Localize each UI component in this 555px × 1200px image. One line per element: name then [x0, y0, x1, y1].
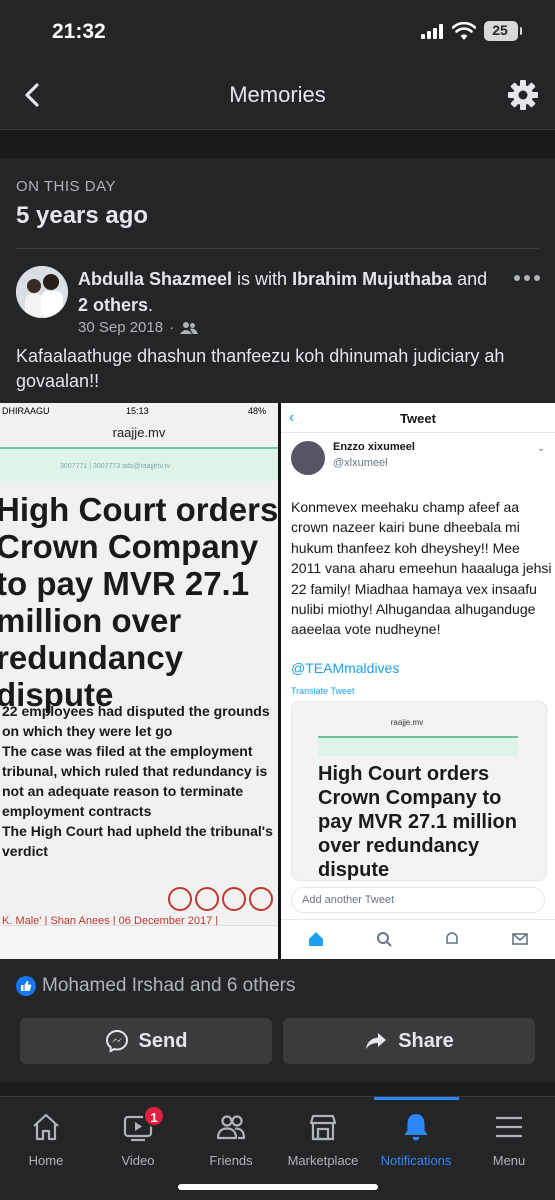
nav-notifications[interactable]: Notifications	[371, 1097, 461, 1177]
tweet-author-handle: @xlxumeel	[333, 457, 388, 469]
cellular-signal-icon	[421, 23, 443, 39]
tagged-user[interactable]: Ibrahim Mujuthaba	[292, 269, 452, 289]
more-options-icon[interactable]	[512, 266, 542, 290]
add-another-tweet: Add another Tweet	[291, 887, 545, 913]
nav-label: Marketplace	[287, 1153, 359, 1168]
tweet-nav: ‹ Tweet	[281, 403, 555, 433]
and-text: and	[452, 269, 488, 289]
reactions-text: Mohamed Irshad and 6 others	[42, 975, 296, 996]
tweet-embedded-image: raajje.mv High Court orders Crown Compan…	[291, 701, 547, 881]
post-author-line: Abdulla Shazmeel is with Ibrahim Mujutha…	[78, 266, 498, 318]
nav-menu[interactable]: Menu	[464, 1097, 554, 1177]
reactions-summary[interactable]: Mohamed Irshad and 6 others	[16, 975, 296, 997]
header: Memories	[0, 60, 555, 130]
summary-line: The case was filed at the employment tri…	[2, 743, 268, 819]
left-banner: 3007771 | 3007773 ads@raajjetv.tv	[0, 447, 278, 481]
send-button[interactable]: Send	[20, 1018, 272, 1064]
gear-icon[interactable]	[506, 78, 540, 112]
battery-tip	[520, 27, 522, 35]
friends-icon	[216, 1115, 246, 1140]
with-text: is with	[232, 269, 293, 289]
like-icon	[16, 976, 36, 996]
wifi-icon	[452, 21, 476, 40]
send-label: Send	[138, 1029, 188, 1052]
nav-friends[interactable]: Friends	[186, 1097, 276, 1177]
mail-icon	[222, 887, 246, 911]
nav-marketplace[interactable]: Marketplace	[278, 1097, 368, 1177]
left-url: raajje.mv	[112, 425, 166, 440]
battery-level: 25	[492, 22, 508, 38]
bell-icon	[404, 1114, 428, 1141]
friends-audience-icon	[180, 321, 199, 334]
marketplace-icon	[309, 1114, 337, 1141]
left-browser-toolbar	[0, 925, 278, 959]
share-label: Share	[398, 1029, 454, 1052]
twitter-tabbar	[281, 919, 555, 959]
section-label: ON THIS DAY	[16, 178, 116, 195]
left-banner-text: 3007771 | 3007773 ads@raajjetv.tv	[60, 463, 170, 470]
translate-tweet: Translate Tweet	[291, 686, 355, 696]
twitter-mail-icon	[512, 933, 528, 945]
nav-label: Friends	[209, 1153, 253, 1168]
embed-headline: High Court orders Crown Company to pay M…	[318, 763, 517, 881]
nav-label: Home	[28, 1153, 64, 1168]
home-indicator[interactable]	[178, 1184, 378, 1190]
avatar[interactable]	[16, 266, 68, 318]
embed-banner	[318, 736, 518, 756]
share-arrow-icon	[366, 1033, 387, 1049]
section-gap	[0, 131, 555, 158]
summary-line: 22 employees had disputed the grounds on…	[2, 703, 270, 739]
twitter-bell-icon	[446, 932, 458, 944]
post-photo[interactable]: DHIRAAGU 15:13 48% raajje.mv 3007771 | 3…	[0, 403, 555, 959]
twitter-home-icon	[309, 932, 323, 946]
meta-separator: ·	[169, 319, 175, 336]
tweet-nav-title: Tweet	[400, 411, 436, 426]
twitter-icon	[195, 887, 219, 911]
menu-icon	[496, 1116, 522, 1138]
nav-home[interactable]: Home	[1, 1097, 91, 1177]
left-carrier: DHIRAAGU	[2, 406, 50, 416]
notification-badge: 1	[143, 1105, 165, 1127]
avatar-photo	[16, 266, 68, 318]
status-bar: 21:32 25	[0, 0, 555, 60]
post-meta: 30 Sep 2018 ·	[78, 319, 199, 336]
left-battery: 48%	[248, 406, 267, 416]
embed-url: raajje.mv	[390, 718, 424, 727]
messenger-icon	[105, 1029, 128, 1053]
post-date[interactable]: 30 Sep 2018	[78, 319, 163, 336]
memory-card: ON THIS DAY 5 years ago Abdulla Shazmeel…	[0, 158, 555, 1083]
page-title: Memories	[229, 82, 326, 107]
right-screenshot: ‹ Tweet Enzzo xixumeel @xlxumeel ⌄ Konme…	[281, 403, 555, 959]
home-icon	[33, 1113, 59, 1141]
divider	[16, 248, 539, 249]
years-ago-heading: 5 years ago	[16, 202, 149, 229]
share-button[interactable]: Share	[283, 1018, 535, 1064]
left-screenshot: DHIRAAGU 15:13 48% raajje.mv 3007771 | 3…	[0, 403, 278, 959]
tweet-chevron-icon: ⌄	[537, 443, 546, 454]
nav-label: Menu	[492, 1153, 526, 1168]
left-time: 15:13	[126, 406, 149, 416]
left-headline: High Court orders Crown Company to pay M…	[0, 491, 278, 713]
nav-label: Notifications	[380, 1153, 452, 1168]
post-caption: Kafaalaathuge dhashun thanfeezu koh dhin…	[16, 346, 505, 391]
share-icons	[168, 887, 273, 911]
tweet-author-name: Enzzo xixumeel	[333, 441, 415, 453]
left-status-bar: DHIRAAGU 15:13 48%	[0, 403, 278, 419]
nav-video[interactable]: 1 Video	[93, 1097, 183, 1177]
tweet-text: Konmevex meehaku champ afeef aa crown na…	[291, 499, 552, 638]
left-summary: 22 employees had disputed the grounds on…	[2, 701, 278, 861]
battery-icon: 25	[484, 21, 518, 41]
author-name[interactable]: Abdulla Shazmeel	[78, 269, 232, 289]
twitter-search-icon	[377, 932, 392, 947]
period: .	[148, 295, 154, 315]
status-time: 21:32	[52, 20, 106, 43]
tagged-others[interactable]: 2 others	[78, 295, 148, 315]
viber-icon	[249, 887, 273, 911]
facebook-icon	[168, 887, 192, 911]
tweet-avatar	[291, 441, 325, 475]
summary-line: The High Court had upheld the tribunal's…	[2, 823, 273, 859]
nav-label: Video	[121, 1153, 155, 1168]
tweet-mention: @TEAMmaldives	[291, 660, 400, 676]
